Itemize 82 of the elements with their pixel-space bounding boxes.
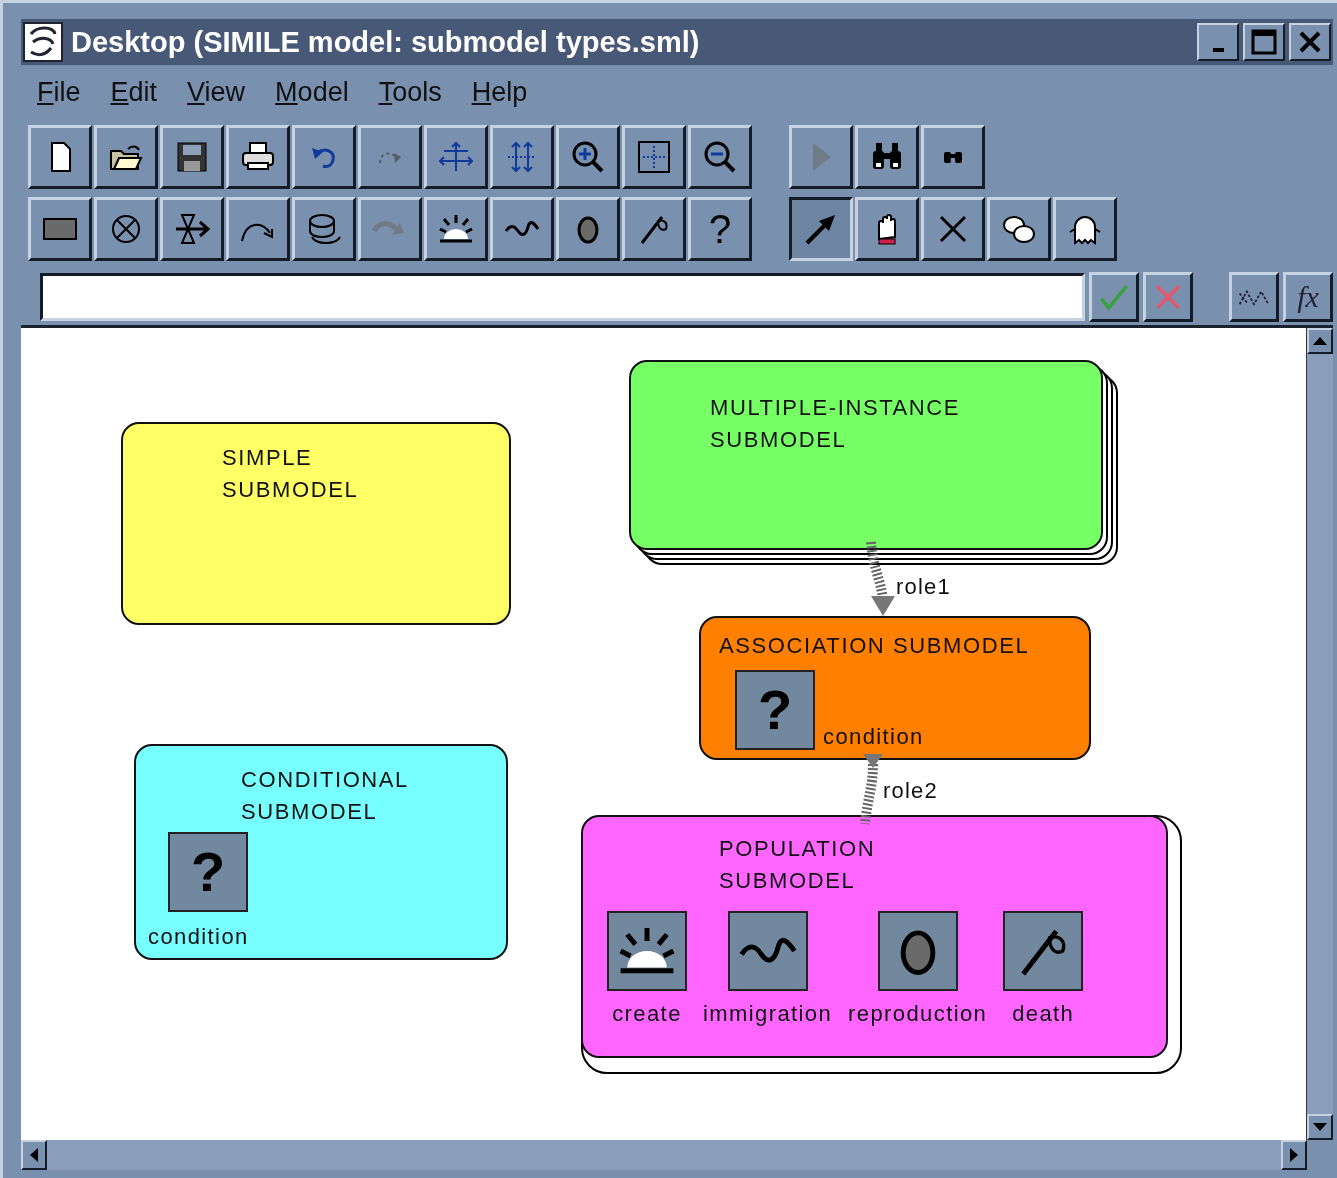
death-component[interactable] <box>1003 911 1084 991</box>
reject-button[interactable] <box>1143 272 1194 322</box>
component-label: reproduction <box>848 1001 988 1027</box>
immigration-button[interactable] <box>490 197 554 261</box>
zoomout-button[interactable] <box>688 125 752 189</box>
reproduction-button[interactable] <box>556 197 620 261</box>
left-arrow-icon <box>30 1148 38 1162</box>
app-icon[interactable] <box>23 22 63 62</box>
menu-item[interactable]: Edit <box>110 76 158 108</box>
creation-button[interactable] <box>424 197 488 261</box>
submodel-box[interactable]: SIMPLE SUBMODEL <box>121 422 511 625</box>
up-arrow-icon <box>1313 337 1327 345</box>
condition-icon[interactable]: ? <box>168 832 248 912</box>
menu-item[interactable]: Tools <box>378 76 442 108</box>
role-connector[interactable] <box>866 541 895 616</box>
horizontal-scrollbar[interactable] <box>21 1140 1307 1170</box>
creation-component[interactable] <box>607 911 687 991</box>
scroll-left-button[interactable] <box>21 1140 47 1170</box>
compartment-button[interactable] <box>28 197 92 261</box>
stretch-button[interactable] <box>490 125 554 189</box>
submodel-title: CONDITIONAL SUBMODEL <box>241 766 410 826</box>
immigration-component[interactable] <box>727 911 808 991</box>
role-label: role1 <box>896 574 951 600</box>
zoomin-button[interactable] <box>556 125 620 189</box>
menu-item[interactable]: Model <box>275 76 349 108</box>
component-label: create <box>612 1001 682 1027</box>
find-button[interactable] <box>855 125 919 189</box>
submodel-box[interactable]: MULTIPLE-INSTANCE SUBMODEL <box>629 360 1103 550</box>
submodel-title: POPULATION SUBMODEL <box>719 835 877 895</box>
submodel-box[interactable]: POPULATION SUBMODEL create immigration reproduction death <box>581 815 1168 1058</box>
print-button[interactable] <box>226 125 290 189</box>
submodel-title: MULTIPLE-INSTANCE SUBMODEL <box>710 394 962 454</box>
death-button[interactable] <box>622 197 686 261</box>
close-icon <box>1298 30 1322 54</box>
minimize-button[interactable] <box>1197 23 1239 61</box>
expression-field[interactable] <box>40 273 1086 321</box>
clouds-button[interactable] <box>987 197 1051 261</box>
down-arrow-icon <box>1313 1123 1327 1131</box>
scroll-down-button[interactable] <box>1307 1114 1333 1140</box>
component-label: condition <box>148 924 249 950</box>
reproduction-component[interactable] <box>877 911 958 991</box>
vertical-scrollbar[interactable] <box>1306 328 1333 1140</box>
findnext-button[interactable] <box>921 125 985 189</box>
menu-item[interactable]: File <box>37 76 81 108</box>
hand-button[interactable] <box>855 197 919 261</box>
right-arrow-icon <box>1290 1148 1298 1162</box>
fit-button[interactable] <box>622 125 686 189</box>
source-button[interactable] <box>94 197 158 261</box>
accept-button[interactable] <box>1089 272 1140 322</box>
ghost-button[interactable] <box>1053 197 1117 261</box>
open-button[interactable] <box>94 125 158 189</box>
component-label: death <box>1012 1001 1075 1027</box>
maximize-icon <box>1251 29 1277 55</box>
scroll-up-button[interactable] <box>1307 328 1333 354</box>
undo-button[interactable] <box>292 125 356 189</box>
influence-button[interactable] <box>226 197 290 261</box>
menu-item[interactable]: View <box>187 76 246 108</box>
spread-button[interactable] <box>424 125 488 189</box>
pointer-button[interactable] <box>789 197 853 261</box>
new-button[interactable] <box>28 125 92 189</box>
save-button[interactable] <box>160 125 224 189</box>
maximize-button[interactable] <box>1243 23 1285 61</box>
window-title: Desktop (SIMILE model: submodel types.sml) <box>71 25 701 59</box>
small-binoculars-icon <box>944 151 962 163</box>
component-label: immigration <box>703 1001 833 1027</box>
variables-button[interactable] <box>1229 272 1279 322</box>
delete-button[interactable] <box>921 197 985 261</box>
role-label: role2 <box>883 778 938 804</box>
submodel-title: ASSOCIATION SUBMODEL <box>719 632 1031 660</box>
menu-item[interactable]: Help <box>471 76 528 108</box>
minimize-icon <box>1212 48 1224 52</box>
flow-button[interactable] <box>160 197 224 261</box>
submodel-button[interactable] <box>292 197 356 261</box>
submodel-box[interactable]: CONDITIONAL SUBMODEL ? condition <box>134 744 508 960</box>
scroll-right-button[interactable] <box>1281 1140 1307 1170</box>
role-connector[interactable] <box>860 754 883 825</box>
close-button[interactable] <box>1289 23 1331 61</box>
function-button[interactable]: fx <box>1283 272 1333 322</box>
component-label: condition <box>823 724 924 750</box>
condition-icon[interactable]: ? <box>735 670 815 750</box>
condition-button[interactable]: ? <box>688 197 752 261</box>
submodel-title: SIMPLE SUBMODEL <box>222 444 360 504</box>
